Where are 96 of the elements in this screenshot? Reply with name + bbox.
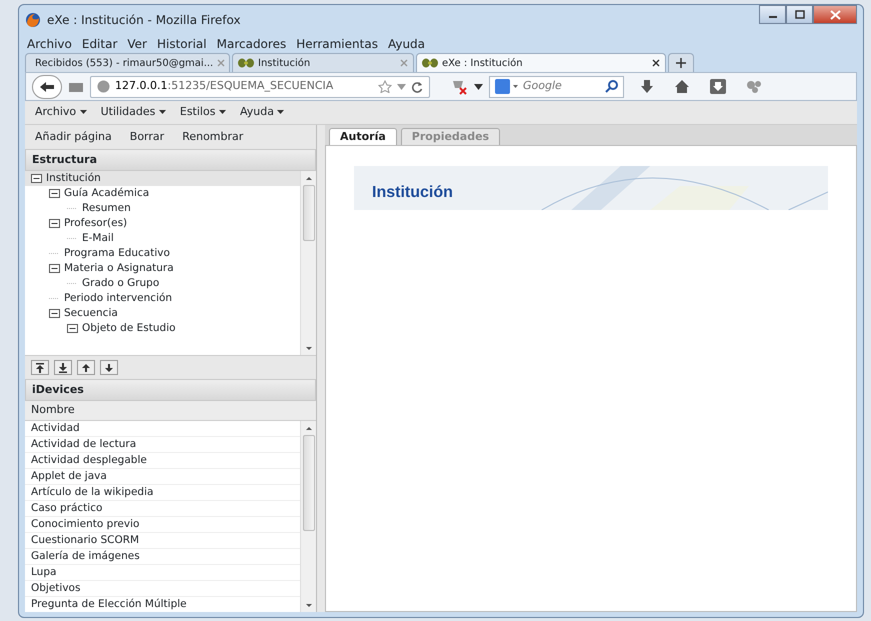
dropdown-icon[interactable]	[474, 84, 483, 90]
collapse-icon[interactable]	[31, 174, 42, 183]
down-arrow-icon	[104, 362, 114, 372]
idevice-item[interactable]: Artículo de la wikipedia	[25, 485, 300, 501]
tree-item[interactable]: Institución	[25, 171, 300, 186]
tree-item[interactable]: Periodo intervención	[25, 291, 300, 306]
address-field[interactable]: 127.0.0.1:51235/ESQUEMA_SECUENCIA	[90, 76, 430, 98]
scrollbar[interactable]	[300, 171, 316, 355]
scrollbar-thumb[interactable]	[302, 435, 314, 531]
tree-item[interactable]: E-Mail	[25, 231, 300, 246]
tree-item[interactable]: Programa Educativo	[25, 246, 300, 261]
search-placeholder: Google	[523, 78, 562, 94]
menu-item[interactable]: Archivo	[27, 34, 72, 52]
search-engine-icon[interactable]	[495, 79, 519, 94]
back-button[interactable]	[32, 74, 62, 98]
browser-tab[interactable]: eXe : Institución	[416, 53, 666, 72]
caret-icon	[80, 110, 87, 114]
move-top-button[interactable]	[31, 360, 49, 375]
idevice-item[interactable]: Galería de imágenes	[25, 549, 300, 565]
address-text: 127.0.0.1:51235/ESQUEMA_SECUENCIA	[115, 78, 334, 94]
scrollbar-thumb[interactable]	[302, 185, 314, 241]
idevice-item[interactable]: Actividad de lectura	[25, 437, 300, 453]
move-up-button[interactable]	[77, 360, 95, 375]
editor-tab[interactable]: Autoría	[329, 128, 397, 145]
close-button[interactable]	[813, 5, 857, 24]
maximize-button[interactable]	[786, 5, 813, 24]
menu-item[interactable]: Archivo	[35, 104, 87, 121]
browser-logo-icon	[25, 12, 41, 28]
caret-icon	[277, 110, 284, 114]
move-bottom-button[interactable]	[54, 360, 72, 375]
downloads-icon[interactable]	[710, 79, 726, 94]
extension-icon[interactable]	[746, 79, 762, 94]
collapse-icon[interactable]	[49, 189, 60, 198]
collapse-icon[interactable]	[49, 309, 60, 318]
search-field[interactable]: Google	[489, 76, 624, 98]
idevice-item[interactable]: Conocimiento previo	[25, 517, 300, 533]
toolbar-button[interactable]: Renombrar	[182, 128, 244, 146]
caret-icon	[218, 110, 226, 114]
caret-icon	[158, 110, 166, 114]
tree-item[interactable]: Materia o Asignatura	[25, 261, 300, 276]
download-arrow-icon[interactable]	[640, 79, 654, 94]
toolbar-button[interactable]: Borrar	[130, 128, 164, 146]
menu-item[interactable]: Estilos	[180, 104, 226, 121]
browser-tab[interactable]: Institución	[232, 53, 414, 72]
tree-item[interactable]: Resumen	[25, 201, 300, 216]
minimize-button[interactable]	[759, 5, 786, 24]
up-arrow-icon	[81, 362, 91, 372]
move-down-button[interactable]	[100, 360, 118, 375]
star-icon[interactable]	[378, 80, 392, 93]
idevice-item[interactable]: Objetivos	[25, 581, 300, 597]
menu-item[interactable]: Ayuda	[388, 34, 426, 52]
idevice-item[interactable]: Lupa	[25, 565, 300, 581]
addon-icon[interactable]	[450, 78, 468, 94]
idevice-item[interactable]: Actividad desplegable	[25, 453, 300, 469]
plus-icon	[676, 58, 686, 68]
tree-item[interactable]: Grado o Grupo	[25, 276, 300, 291]
globe-icon	[97, 80, 110, 93]
panel-header: iDevices	[25, 379, 316, 401]
menu-item[interactable]: Ver	[127, 34, 147, 52]
menu-item[interactable]: Editar	[82, 34, 118, 52]
menu-item[interactable]: Ayuda	[240, 104, 284, 121]
menu-item[interactable]: Herramientas	[296, 34, 378, 52]
idevice-item[interactable]: Caso práctico	[25, 501, 300, 517]
idevice-item[interactable]: Actividad	[25, 421, 300, 437]
scrollbar[interactable]	[300, 421, 316, 612]
menu-item[interactable]: Utilidades	[100, 104, 166, 121]
browser-tab[interactable]: Recibidos (553) - rimaur50@gmai...	[25, 53, 230, 72]
panel-header: Estructura	[25, 149, 316, 171]
page-title: Institución	[371, 183, 453, 202]
column-header[interactable]: Nombre	[31, 402, 75, 419]
idevice-item[interactable]: Applet de java	[25, 469, 300, 485]
move-top-icon	[35, 362, 45, 372]
tree-item[interactable]: Secuencia	[25, 306, 300, 321]
close-icon[interactable]	[652, 58, 660, 67]
window-title: eXe : Institución - Mozilla Firefox	[47, 12, 241, 29]
collapse-icon[interactable]	[67, 324, 78, 333]
search-icon[interactable]	[605, 80, 618, 93]
exe-logo-icon	[422, 58, 438, 68]
toolbar-button[interactable]: Añadir página	[35, 128, 112, 146]
maximize-icon	[794, 10, 804, 19]
back-arrow-icon	[39, 80, 55, 92]
close-icon	[830, 10, 840, 20]
exe-logo-icon	[238, 58, 254, 68]
tree-item[interactable]: Objeto de Estudio	[25, 321, 300, 336]
new-tab-button[interactable]	[668, 53, 694, 72]
bookmarks-icon[interactable]	[68, 80, 84, 92]
idevice-item[interactable]: Cuestionario SCORM	[25, 533, 300, 549]
home-icon[interactable]	[674, 79, 690, 94]
tree-item[interactable]: Profesor(es)	[25, 216, 300, 231]
collapse-icon[interactable]	[49, 264, 60, 273]
menu-item[interactable]: Marcadores	[216, 34, 286, 52]
menu-item[interactable]: Historial	[156, 34, 207, 52]
move-bottom-icon	[58, 362, 68, 372]
reload-icon[interactable]	[411, 80, 423, 92]
tree-item[interactable]: Guía Académica	[25, 186, 300, 201]
collapse-icon[interactable]	[49, 219, 60, 228]
